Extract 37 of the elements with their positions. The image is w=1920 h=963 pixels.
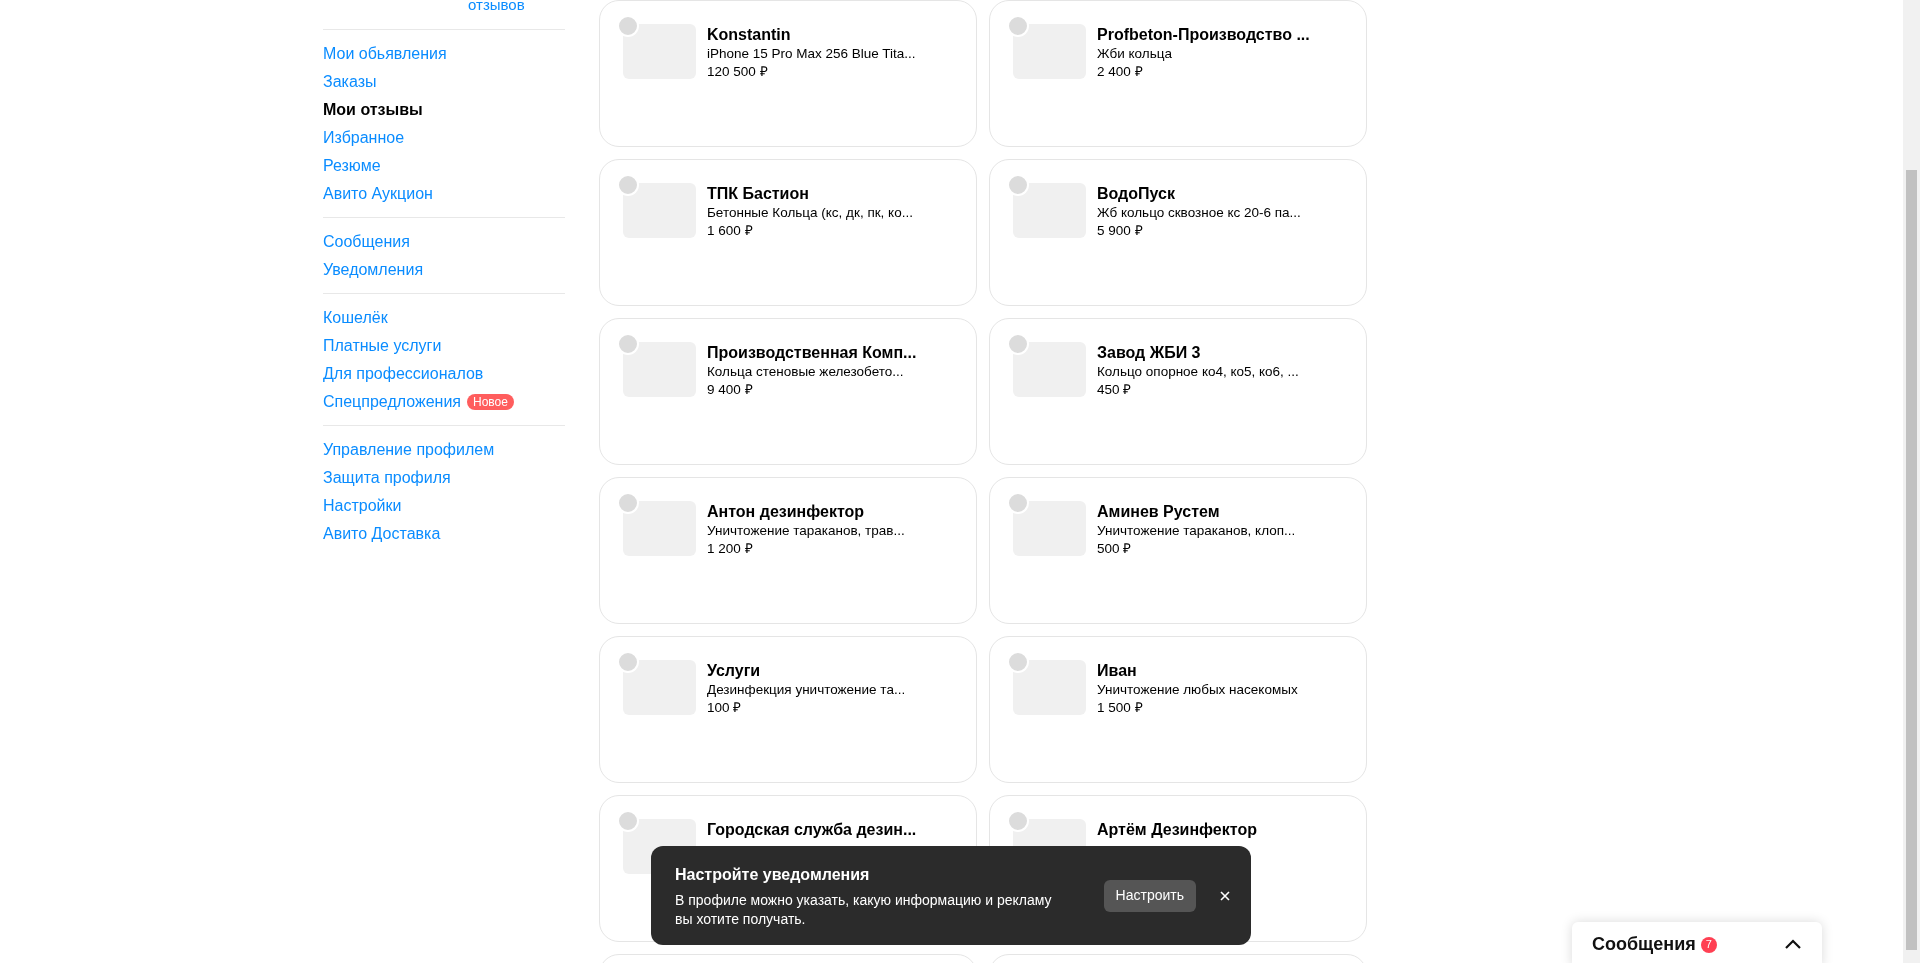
listing-title: iPhone 15 Pro Max 256 Blue Tita...: [707, 45, 917, 63]
listing-price: 100 ₽: [707, 699, 743, 717]
seller-name: ТПК Бастион: [707, 184, 810, 204]
toast-text: В профиле можно указать, какую информацию и рекламу вы хотите получать.: [675, 890, 1053, 929]
listing-price: 2 400 ₽: [1097, 63, 1144, 81]
listing-price: 120 500 ₽: [707, 63, 769, 81]
listing-title: Жб кольцо сквозное кс 20-6 па...: [1097, 204, 1302, 222]
toast-title: Настройте уведомления: [675, 864, 871, 885]
seller-name: Konstantin: [707, 25, 792, 45]
listing-price: 1 200 ₽: [707, 540, 754, 558]
seller-name: Производственная Комп...: [707, 343, 918, 363]
listing-price: 1 500 ₽: [1097, 699, 1144, 717]
listing-price: 9 400 ₽: [707, 381, 754, 399]
listing-title: Жби кольца: [1097, 45, 1173, 63]
listing-title: Дезинфекция уничтожение та...: [707, 681, 907, 699]
seller-name: Антон дезинфектор: [707, 502, 866, 522]
seller-name: Услуги: [707, 661, 762, 681]
seller-name: Завод ЖБИ 3: [1097, 343, 1202, 363]
messages-label: Сообщения: [1592, 933, 1696, 956]
listing-title: Бетонные Кольца (кс, дк, пк, ко...: [707, 204, 914, 222]
listing-price: 5 900 ₽: [1097, 222, 1144, 240]
seller-name: Городская служба дезин...: [707, 820, 918, 840]
listing-title: Уничтожение любых насекомых: [1097, 681, 1299, 699]
listing-title: Уничтожение тараканов, клоп...: [1097, 522, 1297, 540]
new-badge: Новое: [467, 393, 514, 410]
listing-price: 500 ₽: [1097, 540, 1133, 558]
seller-name: Profbeton-Производство ...: [1097, 25, 1311, 45]
seller-name: Аминев Рустем: [1097, 502, 1221, 522]
listing-price: 450 ₽: [1097, 381, 1133, 399]
listing-title: Уничтожение тараканов, трав...: [707, 522, 906, 540]
seller-name: Артём Дезинфектор: [1097, 820, 1258, 840]
listing-price: 1 600 ₽: [707, 222, 754, 240]
seller-name: Иван: [1097, 661, 1138, 681]
unread-count: 7: [1700, 936, 1717, 953]
listing-title: Кольца стеновые железобето...: [707, 363, 905, 381]
listing-title: Кольцо опорное ко4, ко5, ко6, ...: [1097, 363, 1300, 381]
seller-name: ВодоПуск: [1097, 184, 1176, 204]
